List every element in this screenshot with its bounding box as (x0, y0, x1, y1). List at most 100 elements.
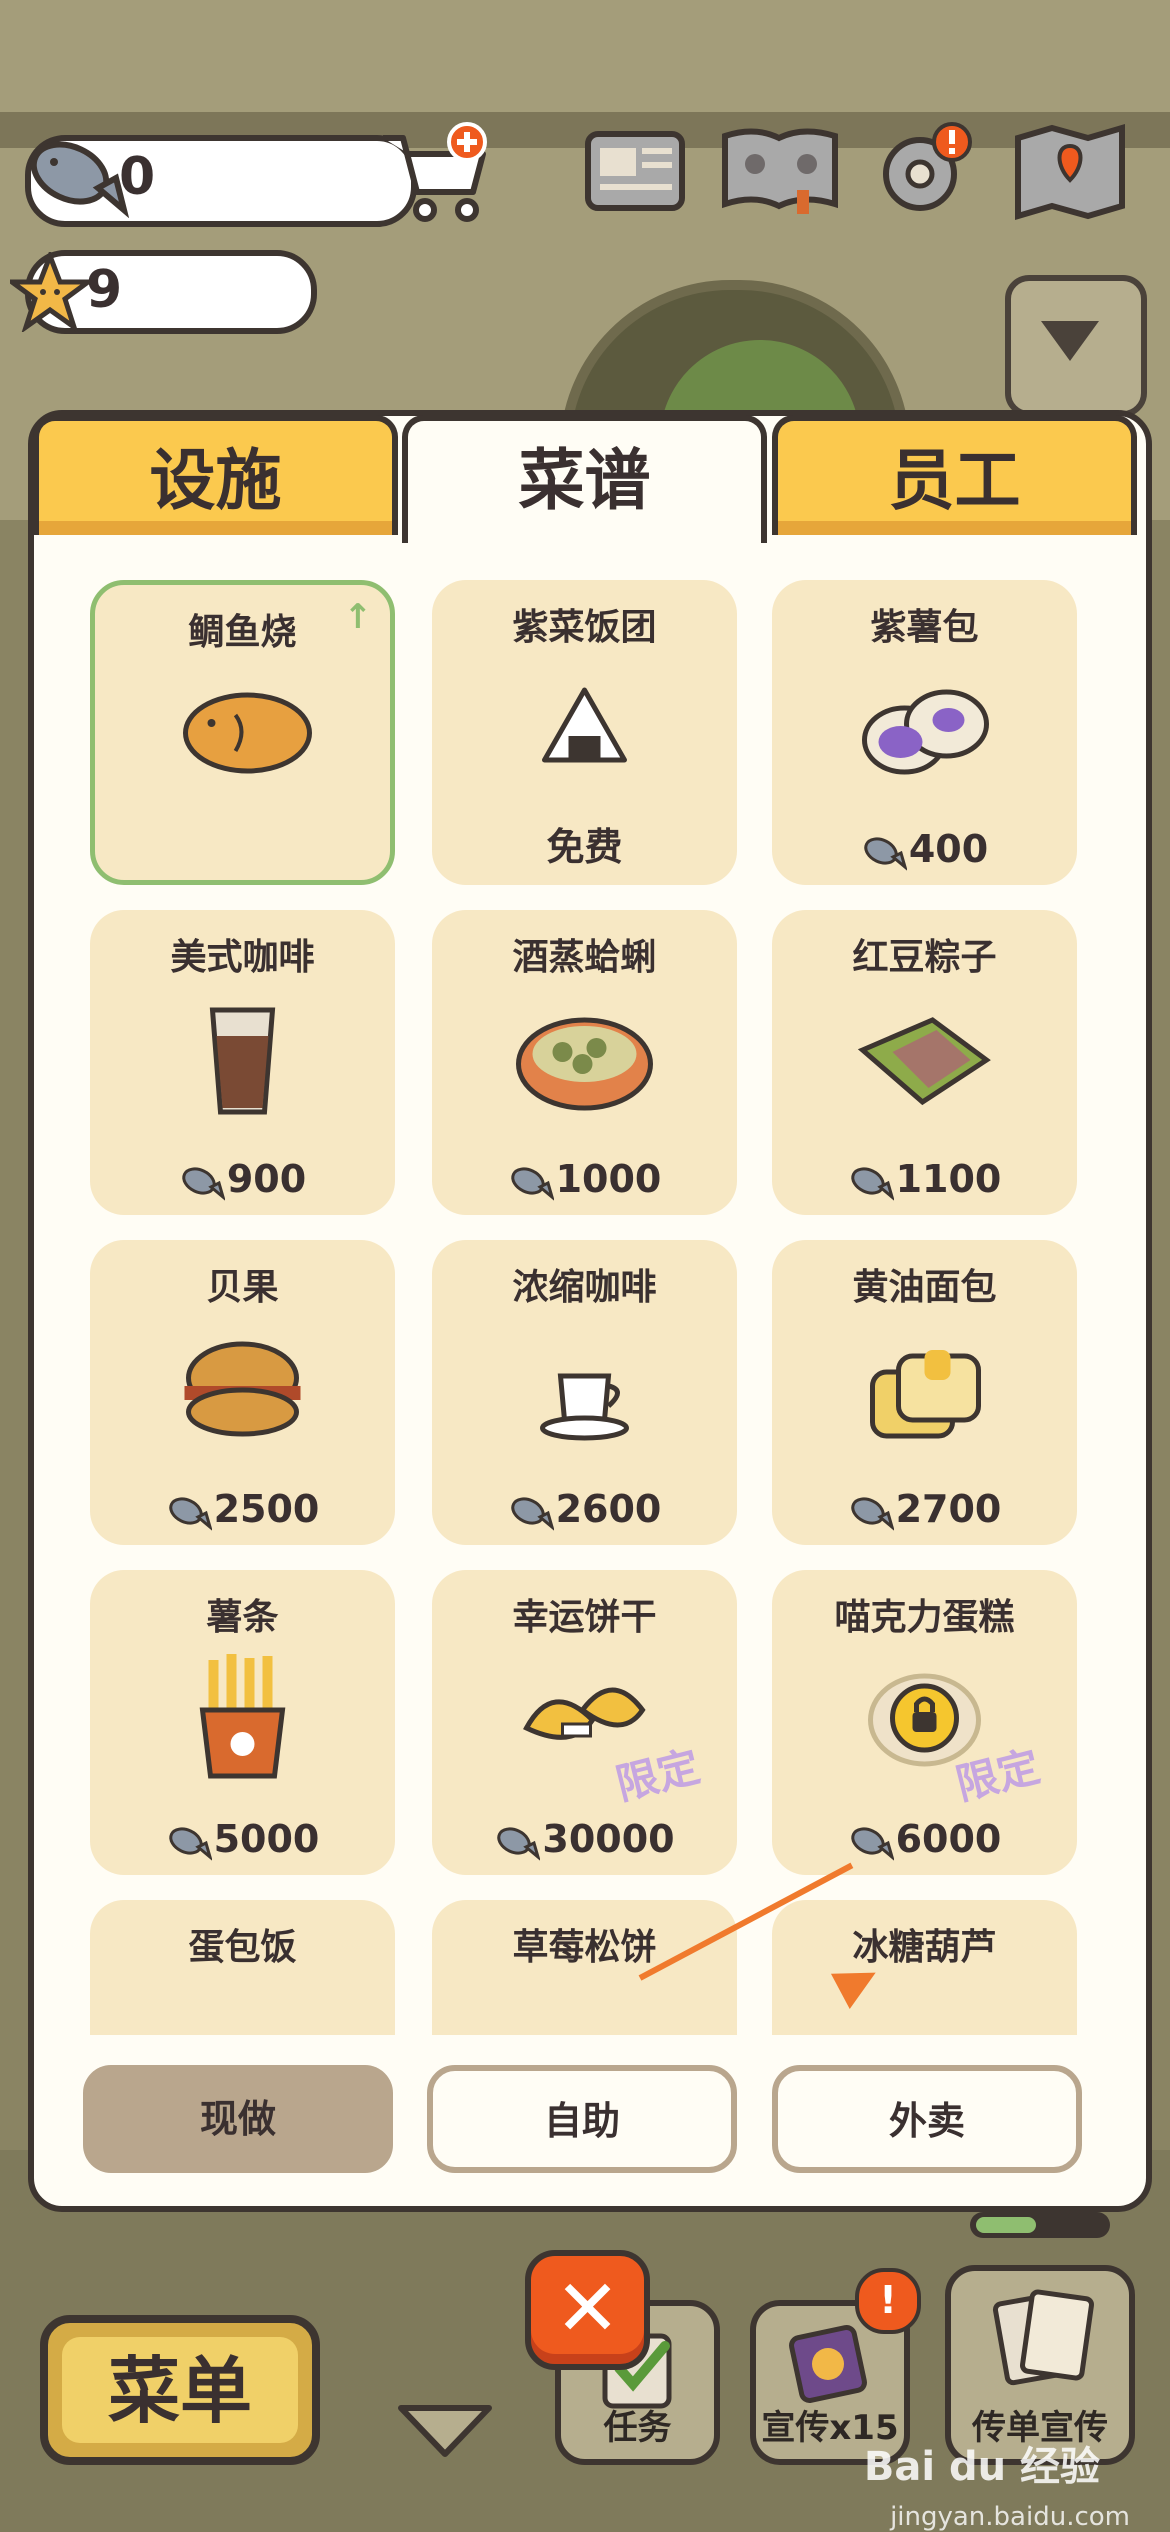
recipe-price-value: 5000 (213, 1816, 320, 1861)
watermark-url: jingyan.baidu.com (890, 2502, 1130, 2532)
recipe-name: 冰糖葫芦 (852, 1927, 997, 1968)
recipe-price: 免费 (432, 816, 737, 871)
watermark-brand: Bai du 经验 (863, 2444, 1100, 2490)
iced-coffee-icon (209, 1007, 276, 1115)
shop-cart-button[interactable] (375, 120, 495, 230)
fish-icon (30, 141, 130, 218)
recipe-card[interactable]: 酒蒸蛤蜊 1000 (432, 910, 737, 1215)
recipe-price-value: 2600 (555, 1486, 662, 1531)
recipe-card[interactable]: 鲷鱼烧 ↑ (90, 580, 395, 885)
close-icon: ✕ (554, 2264, 621, 2354)
recipe-price: 1100 (772, 1157, 1077, 1202)
recipe-card[interactable]: 黄油面包 2700 (772, 1240, 1077, 1545)
recipe-price: 900 (90, 1157, 395, 1202)
recipe-card[interactable]: 喵克力蛋糕 限定 6000 (772, 1570, 1077, 1875)
purple-bun-icon (862, 689, 989, 775)
menu-sign-label: 菜单 (62, 2337, 298, 2443)
settings-gear-icon[interactable] (870, 120, 980, 220)
map-icon[interactable] (1010, 120, 1130, 220)
recipe-price-value: 2700 (895, 1486, 1002, 1531)
recipe-price: 2600 (432, 1487, 737, 1532)
recipe-name: 喵克力蛋糕 (834, 1597, 1015, 1638)
flyer-progress-bar (970, 2212, 1110, 2238)
recipe-name: 酒蒸蛤蜊 (512, 937, 657, 978)
fish-icon (168, 1497, 212, 1531)
recipe-grid: 鲷鱼烧 ↑ 紫菜饭团 免费 紫薯包 400 美式咖啡 900 酒蒸蛤蜊 1000 红豆粽子 1100 贝… (28, 560, 1138, 2035)
mode-self-service-button[interactable]: 自助 (427, 2065, 737, 2173)
recipe-name: 幸运饼干 (512, 1597, 657, 1638)
flyer-progress-fill (976, 2217, 1036, 2233)
butter-toast-icon (870, 1350, 981, 1439)
recipe-price-value: 400 (908, 826, 989, 871)
omurice-icon (170, 1980, 315, 2035)
recipe-card[interactable]: 草莓松饼 (432, 1900, 737, 2035)
recipe-name: 浓缩咖啡 (512, 1267, 657, 1308)
tab-staff[interactable]: 员工 (772, 415, 1137, 535)
menu-sign-button[interactable]: 菜单 (40, 2315, 320, 2465)
tab-recipes[interactable]: 菜谱 (402, 415, 767, 543)
task-label: 任务 (603, 2408, 672, 2448)
recipe-card[interactable]: 幸运饼干 限定 30000 (432, 1570, 737, 1875)
recipe-card[interactable]: 紫薯包 400 (772, 580, 1077, 885)
recipe-price-value: 免费 (546, 825, 623, 869)
espresso-icon (540, 1373, 629, 1441)
recipe-name: 贝果 (206, 1267, 279, 1308)
recipe-card[interactable]: 浓缩咖啡 2600 (432, 1240, 737, 1545)
recipe-card[interactable]: 美式咖啡 900 (90, 910, 395, 1215)
recipe-card[interactable]: 紫菜饭团 免费 (432, 580, 737, 885)
recipe-price: 5000 (90, 1817, 395, 1862)
taiyaki-icon (183, 692, 312, 774)
onigiri-icon (542, 687, 627, 763)
fish-icon (168, 1827, 212, 1861)
promo-alert-badge: ! (855, 2268, 921, 2334)
recipe-name: 美式咖啡 (170, 937, 315, 978)
recipe-card[interactable]: 蛋包饭 (90, 1900, 395, 2035)
recipe-name: 草莓松饼 (512, 1927, 657, 1968)
tab-facilities[interactable]: 设施 (33, 415, 398, 535)
recipe-price-value: 30000 (542, 1816, 675, 1861)
recipe-price: 400 (772, 827, 1077, 872)
recipe-name: 蛋包饭 (188, 1927, 297, 1968)
fish-icon (510, 1497, 554, 1531)
collapse-button[interactable] (1005, 275, 1147, 417)
flyer-icon (992, 2289, 1094, 2386)
chevron-down-icon[interactable] (395, 2400, 495, 2460)
newspaper-icon[interactable] (580, 120, 690, 220)
fish-icon (850, 1827, 894, 1861)
fish-icon (497, 1827, 541, 1861)
mode-delivery-button[interactable]: 外卖 (772, 2065, 1082, 2173)
pancake-icon (512, 1980, 657, 2035)
recipe-card[interactable]: 冰糖葫芦 (772, 1900, 1077, 2035)
fish-icon (864, 837, 907, 871)
recipe-price-value: 1100 (895, 1156, 1002, 1201)
recipe-name: 紫菜饭团 (512, 607, 657, 648)
recipe-name: 紫薯包 (870, 607, 979, 648)
cat-book-icon[interactable] (715, 120, 845, 220)
recipe-price: 6000 (772, 1817, 1077, 1862)
clams-icon (516, 1017, 653, 1111)
recipe-price-value: 2500 (213, 1486, 320, 1531)
star-count: 9 (86, 260, 123, 320)
recipe-card[interactable]: 红豆粽子 1100 (772, 910, 1077, 1215)
star-icon (10, 252, 90, 332)
upgrade-arrow-icon: ↑ (343, 597, 373, 637)
recipe-price: 2700 (772, 1487, 1077, 1532)
recipe-card[interactable]: 薯条 5000 (90, 1570, 395, 1875)
fries-icon (199, 1654, 286, 1779)
recipe-price-value: 900 (226, 1156, 307, 1201)
recipe-price: 30000 (432, 1817, 737, 1862)
recipe-name: 红豆粽子 (852, 937, 997, 978)
fish-icon (182, 1167, 225, 1201)
mode-cook-now-button[interactable]: 现做 (83, 2065, 393, 2173)
recipe-price: 2500 (90, 1487, 395, 1532)
fish-icon (850, 1497, 894, 1531)
close-button[interactable]: ✕ (525, 2250, 650, 2370)
fish-icon (510, 1167, 554, 1201)
zongzi-icon (857, 1017, 991, 1106)
chevron-down-icon (1041, 321, 1099, 361)
fish-icon (850, 1167, 894, 1201)
recipe-name: 薯条 (206, 1597, 279, 1638)
recipe-price: 1000 (432, 1157, 737, 1202)
recipe-price-value: 1000 (555, 1156, 662, 1201)
recipe-card[interactable]: 贝果 2500 (90, 1240, 395, 1545)
